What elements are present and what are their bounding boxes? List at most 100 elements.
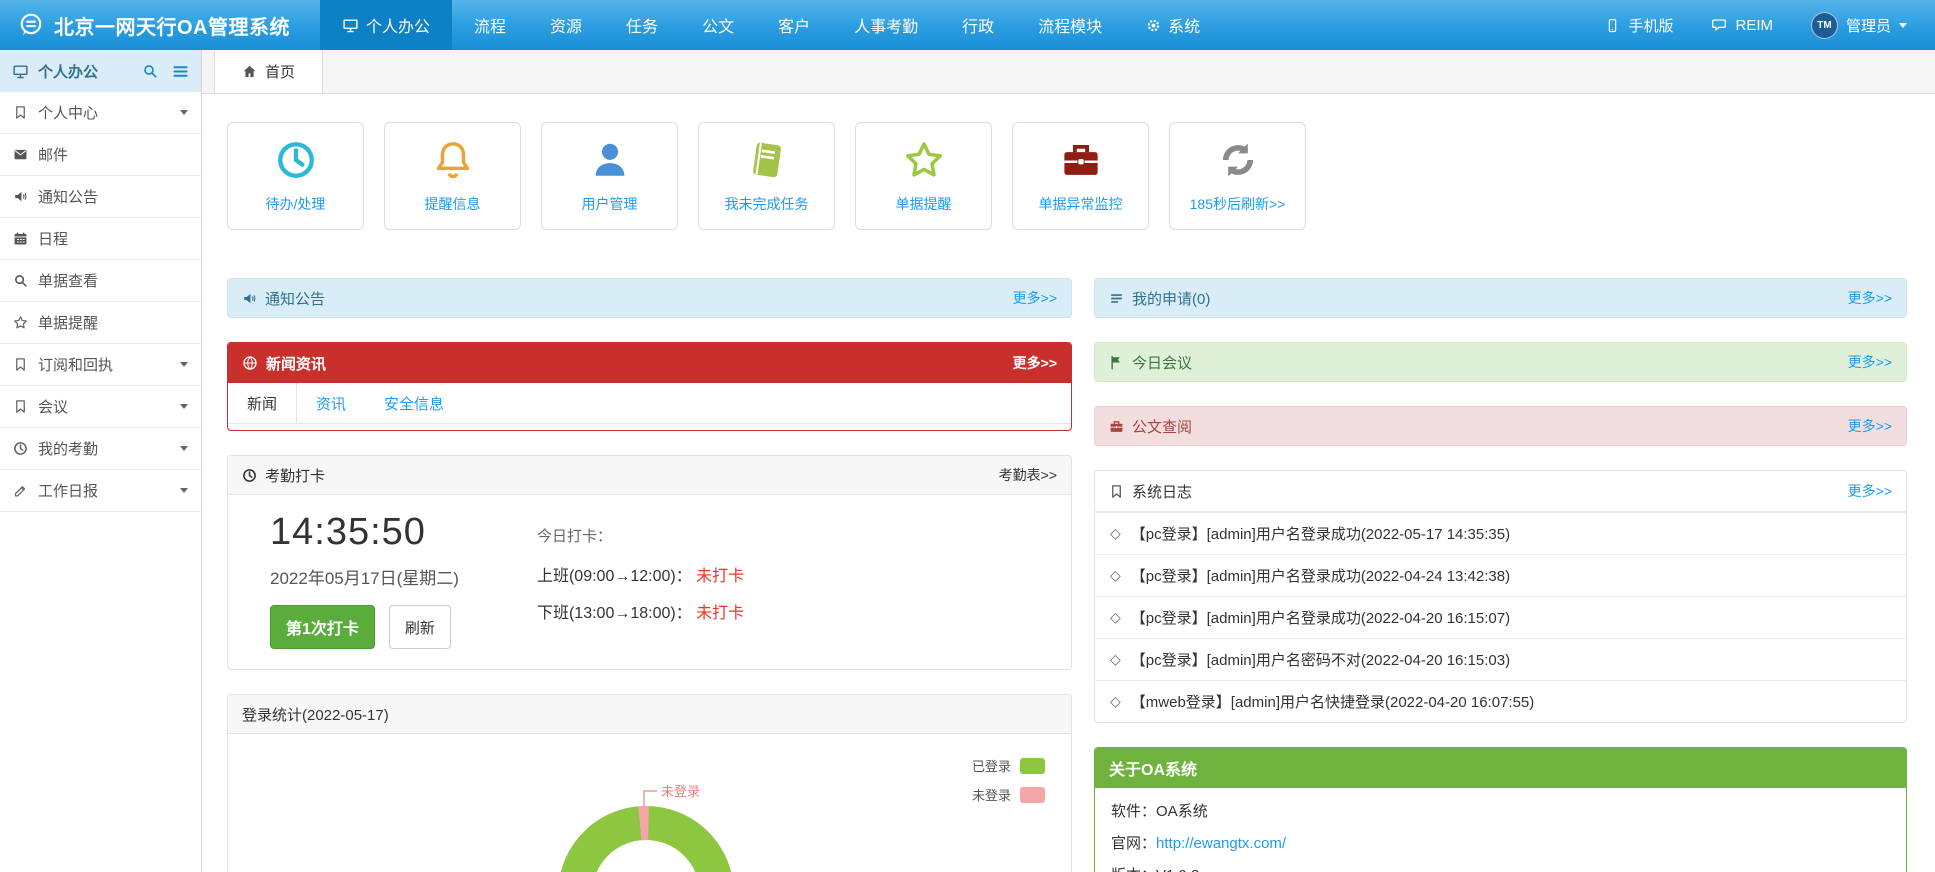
shortcut-refresh-countdown[interactable]: 185秒后刷新>> [1169, 122, 1306, 230]
panel-title: 新闻资讯 [266, 353, 326, 374]
attendance-sheet-link[interactable]: 考勤表>> [999, 465, 1057, 485]
current-time: 14:35:50 [270, 511, 459, 554]
official-site-link[interactable]: http://ewangtx.com/ [1156, 835, 1286, 852]
panel-about-oa: 关于OA系统 软件：OA系统 官网：http://ewangtx.com/ 版本… [1094, 747, 1907, 872]
news-tab-info[interactable]: 资讯 [297, 383, 365, 423]
diamond-icon: ◇ [1110, 694, 1121, 710]
bookmark-icon [13, 105, 28, 120]
log-row[interactable]: ◇ 【mweb登录】[admin]用户名快捷登录(2022-04-20 16:0… [1095, 680, 1906, 722]
donut-chart-svg: 未登录 [228, 734, 1071, 872]
diamond-icon: ◇ [1110, 526, 1121, 542]
sidebar-item-personal-center[interactable]: 个人中心 [0, 92, 201, 134]
nav-item-system[interactable]: 系统 [1124, 0, 1222, 50]
refresh-button[interactable]: 刷新 [389, 605, 451, 649]
punch-row-morning: 上班(09:00→12:00)： 未打卡 [537, 562, 744, 586]
nav-item-customers[interactable]: 客户 [756, 0, 832, 50]
log-row[interactable]: ◇ 【pc登录】[admin]用户名密码不对(2022-04-20 16:15:… [1095, 638, 1906, 680]
news-tab-security[interactable]: 安全信息 [365, 383, 463, 423]
panel-title: 考勤打卡 [265, 465, 325, 486]
log-row[interactable]: ◇ 【pc登录】[admin]用户名登录成功(2022-04-20 16:15:… [1095, 596, 1906, 638]
top-navbar: 北京一网天行OA管理系统 个人办公 流程 资源 任务 公文 客户 人事考勤 行政… [0, 0, 1935, 50]
content: 待办/处理 提醒信息 用户管理 我未完成任务 单据提醒 单据异常监控 [202, 94, 1935, 872]
news-tabs: 新闻 资讯 安全信息 [228, 383, 1071, 424]
reim-link[interactable]: REIM [1711, 17, 1773, 34]
log-row[interactable]: ◇ 【pc登录】[admin]用户名登录成功(2022-05-17 14:35:… [1095, 512, 1906, 554]
sidebar-item-mail[interactable]: 邮件 [0, 134, 201, 176]
sidebar-item-schedule[interactable]: 日程 [0, 218, 201, 260]
about-software-row: 软件：OA系统 [1111, 801, 1890, 822]
user-icon [589, 139, 631, 181]
diamond-icon: ◇ [1110, 652, 1121, 668]
attendance-clock-block: 14:35:50 2022年05月17日(星期二) 第1次打卡 刷新 [270, 511, 459, 649]
star-icon [13, 315, 28, 330]
announcements-more-link[interactable]: 更多>> [1013, 288, 1057, 308]
nav-item-resources[interactable]: 资源 [528, 0, 604, 50]
mobile-version-link[interactable]: 手机版 [1605, 15, 1673, 36]
attendance-status-block: 今日打卡： 上班(09:00→12:00)： 未打卡 下班(13:00→18:0… [537, 511, 744, 649]
panel-attendance: 考勤打卡 考勤表>> 14:35:50 2022年05月17日(星期二) 第1次… [227, 455, 1072, 670]
nav-item-documents[interactable]: 公文 [680, 0, 756, 50]
my-applications-more-link[interactable]: 更多>> [1848, 288, 1892, 308]
status-not-punched: 未打卡 [696, 605, 744, 622]
sidebar-item-subscriptions[interactable]: 订阅和回执 [0, 344, 201, 386]
clock-icon [275, 139, 317, 181]
sidebar-item-announcements[interactable]: 通知公告 [0, 176, 201, 218]
nav-item-administration[interactable]: 行政 [940, 0, 1016, 50]
sidebar-item-meetings[interactable]: 会议 [0, 386, 201, 428]
sidebar-item-my-attendance[interactable]: 我的考勤 [0, 428, 201, 470]
log-row[interactable]: ◇ 【pc登录】[admin]用户名登录成功(2022-04-24 13:42:… [1095, 554, 1906, 596]
caret-down-icon [180, 404, 188, 409]
menu-icon[interactable] [172, 63, 189, 80]
about-body: 软件：OA系统 官网：http://ewangtx.com/ 版本：V1.9.8 [1095, 788, 1906, 872]
current-date: 2022年05月17日(星期二) [270, 564, 459, 589]
calendar-icon [13, 231, 28, 246]
panel-document-review: 公文查阅 更多>> [1094, 406, 1907, 446]
user-menu[interactable]: TM 管理员 [1811, 12, 1907, 39]
monitor-icon [12, 63, 29, 80]
nav-item-personal-office[interactable]: 个人办公 [320, 0, 452, 50]
shortcut-cards: 待办/处理 提醒信息 用户管理 我未完成任务 单据提醒 单据异常监控 [227, 122, 1907, 230]
panel-news: 新闻资讯 更多>> 新闻 资讯 安全信息 [227, 342, 1072, 431]
news-more-link[interactable]: 更多>> [1013, 353, 1057, 373]
phone-icon [1605, 18, 1620, 33]
system-log-more-link[interactable]: 更多>> [1848, 481, 1892, 501]
news-tab-news[interactable]: 新闻 [228, 383, 297, 423]
flag-icon [1109, 355, 1124, 370]
shortcut-document-reminder[interactable]: 单据提醒 [855, 122, 992, 230]
punch-in-button[interactable]: 第1次打卡 [270, 605, 375, 649]
app-brand[interactable]: 北京一网天行OA管理系统 [0, 0, 320, 50]
legend-swatch-pink [1020, 787, 1045, 803]
bookmark-icon [13, 357, 28, 372]
briefcase-icon [1060, 139, 1102, 181]
nav-item-workflow-modules[interactable]: 流程模块 [1016, 0, 1124, 50]
panel-login-stats: 登录统计(2022-05-17) 未登录 已登录 [227, 694, 1072, 872]
nav-item-hr-attendance[interactable]: 人事考勤 [832, 0, 940, 50]
shortcut-user-management[interactable]: 用户管理 [541, 122, 678, 230]
news-body [228, 424, 1071, 430]
caret-down-icon [180, 110, 188, 115]
shortcut-anomaly-monitor[interactable]: 单据异常监控 [1012, 122, 1149, 230]
edit-icon [13, 483, 28, 498]
sidebar-item-document-view[interactable]: 单据查看 [0, 260, 201, 302]
app-title: 北京一网天行OA管理系统 [54, 11, 290, 40]
login-donut-chart: 未登录 已登录 未登录 [228, 734, 1071, 872]
shortcut-todo[interactable]: 待办/处理 [227, 122, 364, 230]
shortcut-unfinished-tasks[interactable]: 我未完成任务 [698, 122, 835, 230]
document-review-more-link[interactable]: 更多>> [1848, 416, 1892, 436]
today-punch-label: 今日打卡： [537, 525, 744, 546]
caret-down-icon [180, 488, 188, 493]
nav-item-workflow[interactable]: 流程 [452, 0, 528, 50]
panel-title: 关于OA系统 [1109, 756, 1197, 780]
search-icon[interactable] [142, 63, 158, 79]
shortcut-reminders[interactable]: 提醒信息 [384, 122, 521, 230]
panel-title: 登录统计(2022-05-17) [242, 704, 389, 725]
tab-bar: 首页 [202, 50, 1935, 94]
sidebar-item-document-reminder[interactable]: 单据提醒 [0, 302, 201, 344]
panel-title: 系统日志 [1132, 481, 1192, 502]
sidebar-item-daily-report[interactable]: 工作日报 [0, 470, 201, 512]
today-meetings-more-link[interactable]: 更多>> [1848, 352, 1892, 372]
panel-title: 今日会议 [1132, 352, 1192, 373]
tab-home[interactable]: 首页 [214, 50, 323, 93]
nav-item-tasks[interactable]: 任务 [604, 0, 680, 50]
avatar: TM [1811, 12, 1838, 39]
